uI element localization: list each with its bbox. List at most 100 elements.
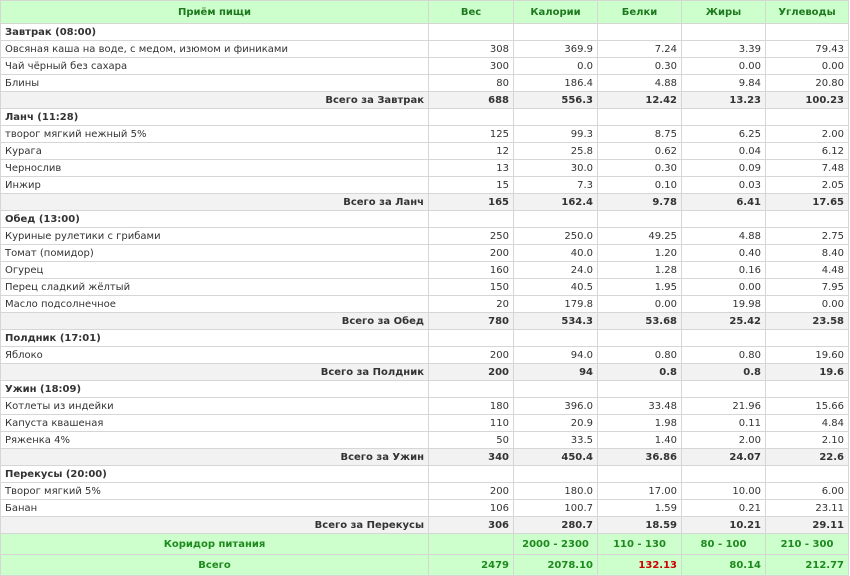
meal-total-label: Всего за Ужин [0, 448, 429, 466]
empty-cell [428, 23, 514, 41]
food-calories: 40.0 [513, 244, 598, 262]
header-weight: Вес [428, 0, 514, 24]
food-weight: 125 [428, 125, 514, 143]
food-calories: 0.0 [513, 57, 598, 75]
food-carbs: 2.00 [765, 125, 849, 143]
header-fat: Жиры [681, 0, 766, 24]
food-item-row: Инжир 15 7.3 0.10 0.03 2.05 [0, 176, 849, 194]
food-calories: 100.7 [513, 499, 598, 517]
food-item-row: Овсяная каша на воде, с медом, изюмом и … [0, 40, 849, 58]
food-name: Курага [0, 142, 429, 160]
food-protein: 0.80 [597, 346, 682, 364]
food-protein: 0.30 [597, 57, 682, 75]
empty-cell [597, 465, 682, 483]
header-calories: Калории [513, 0, 598, 24]
meal-total-carbs: 17.65 [765, 193, 849, 211]
food-fat: 6.25 [681, 125, 766, 143]
food-name: Инжир [0, 176, 429, 194]
food-item-row: Творог мягкий 5% 200 180.0 17.00 10.00 6.00 [0, 482, 849, 500]
food-fat: 19.98 [681, 295, 766, 313]
empty-cell [513, 329, 598, 347]
meal-section-row: Перекусы (20:00) [0, 465, 849, 483]
food-carbs: 2.75 [765, 227, 849, 245]
empty-cell [681, 23, 766, 41]
food-carbs: 8.40 [765, 244, 849, 262]
food-fat: 0.40 [681, 244, 766, 262]
food-protein: 7.24 [597, 40, 682, 58]
food-weight: 250 [428, 227, 514, 245]
food-protein: 1.95 [597, 278, 682, 296]
food-name: Блины [0, 74, 429, 92]
food-weight: 200 [428, 244, 514, 262]
food-carbs: 6.12 [765, 142, 849, 160]
meal-total-fat: 10.21 [681, 516, 766, 534]
food-carbs: 7.95 [765, 278, 849, 296]
meal-total-protein: 9.78 [597, 193, 682, 211]
meal-total-fat: 13.23 [681, 91, 766, 109]
food-weight: 160 [428, 261, 514, 279]
food-carbs: 6.00 [765, 482, 849, 500]
empty-cell [765, 329, 849, 347]
food-item-row: Яблоко 200 94.0 0.80 0.80 19.60 [0, 346, 849, 364]
food-item-row: Огурец 160 24.0 1.28 0.16 4.48 [0, 261, 849, 279]
meal-total-calories: 280.7 [513, 516, 598, 534]
food-calories: 369.9 [513, 40, 598, 58]
header-protein: Белки [597, 0, 682, 24]
food-calories: 33.5 [513, 431, 598, 449]
food-calories: 25.8 [513, 142, 598, 160]
food-weight: 300 [428, 57, 514, 75]
meal-total-fat: 25.42 [681, 312, 766, 330]
empty-cell [513, 465, 598, 483]
food-name: Чай чёрный без сахара [0, 57, 429, 75]
meal-total-carbs: 100.23 [765, 91, 849, 109]
food-item-row: Куриные рулетики с грибами 250 250.0 49.25 4… [0, 227, 849, 245]
food-fat: 4.88 [681, 227, 766, 245]
meal-total-calories: 94 [513, 363, 598, 381]
empty-cell [597, 380, 682, 398]
food-name: Ряженка 4% [0, 431, 429, 449]
meal-total-calories: 450.4 [513, 448, 598, 466]
food-carbs: 4.48 [765, 261, 849, 279]
food-carbs: 15.66 [765, 397, 849, 415]
meal-total-label: Всего за Полдник [0, 363, 429, 381]
food-name: Банан [0, 499, 429, 517]
food-weight: 15 [428, 176, 514, 194]
food-item-row: творог мягкий нежный 5% 125 99.3 8.75 6.25 2.… [0, 125, 849, 143]
meal-total-protein: 0.8 [597, 363, 682, 381]
grand-total-fat: 80.14 [681, 554, 766, 576]
empty-cell [428, 210, 514, 228]
meal-total-weight: 688 [428, 91, 514, 109]
food-weight: 180 [428, 397, 514, 415]
empty-cell [681, 465, 766, 483]
food-protein: 1.40 [597, 431, 682, 449]
food-carbs: 20.80 [765, 74, 849, 92]
header-row: Приём пищи Вес Калории Белки Жиры Углево… [0, 0, 849, 24]
meal-total-row: Всего за Ужин 340 450.4 36.86 24.07 22.6 [0, 448, 849, 466]
corridor-calories: 2000 - 2300 [513, 533, 598, 555]
food-protein: 1.20 [597, 244, 682, 262]
meal-total-label: Всего за Завтрак [0, 91, 429, 109]
meal-total-protein: 12.42 [597, 91, 682, 109]
food-fat: 0.80 [681, 346, 766, 364]
food-calories: 180.0 [513, 482, 598, 500]
food-protein: 4.88 [597, 74, 682, 92]
food-protein: 0.00 [597, 295, 682, 313]
food-fat: 0.00 [681, 57, 766, 75]
food-carbs: 7.48 [765, 159, 849, 177]
meal-total-row: Всего за Полдник 200 94 0.8 0.8 19.6 [0, 363, 849, 381]
food-fat: 3.39 [681, 40, 766, 58]
food-fat: 0.03 [681, 176, 766, 194]
empty-cell [428, 108, 514, 126]
meal-title: Ланч (11:28) [0, 108, 429, 126]
food-name: Творог мягкий 5% [0, 482, 429, 500]
grand-total-carbs: 212.77 [765, 554, 849, 576]
grand-total-calories: 2078.10 [513, 554, 598, 576]
food-name: Перец сладкий жёлтый [0, 278, 429, 296]
food-item-row: Чернослив 13 30.0 0.30 0.09 7.48 [0, 159, 849, 177]
empty-cell [597, 108, 682, 126]
meal-total-fat: 0.8 [681, 363, 766, 381]
nutrition-table: Приём пищи Вес Калории Белки Жиры Углево… [0, 0, 849, 576]
meal-title: Перекусы (20:00) [0, 465, 429, 483]
meal-total-calories: 556.3 [513, 91, 598, 109]
food-protein: 0.10 [597, 176, 682, 194]
